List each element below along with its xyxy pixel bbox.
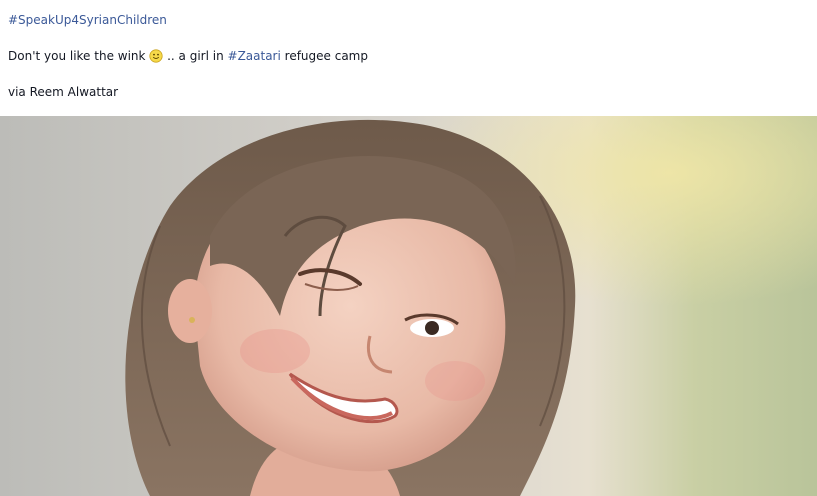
post-photo[interactable] xyxy=(0,116,817,496)
post-credit-line: via Reem Alwattar xyxy=(8,85,119,99)
post-caption-line: Don't you like the wink .. a girl in #Za… xyxy=(8,48,368,64)
hashtag-speakup4syrianchildren-link[interactable]: #SpeakUp4SyrianChildren xyxy=(8,13,167,27)
hashtag-zaatari-link[interactable]: #Zaatari xyxy=(228,49,281,63)
post-hashtag-line: #SpeakUp4SyrianChildren xyxy=(8,12,167,28)
caption-text-start: Don't you like the wink xyxy=(8,49,146,63)
caption-text-end: refugee camp xyxy=(280,49,368,63)
smiley-icon xyxy=(149,49,163,63)
caption-text-middle: .. a girl in xyxy=(163,49,228,63)
